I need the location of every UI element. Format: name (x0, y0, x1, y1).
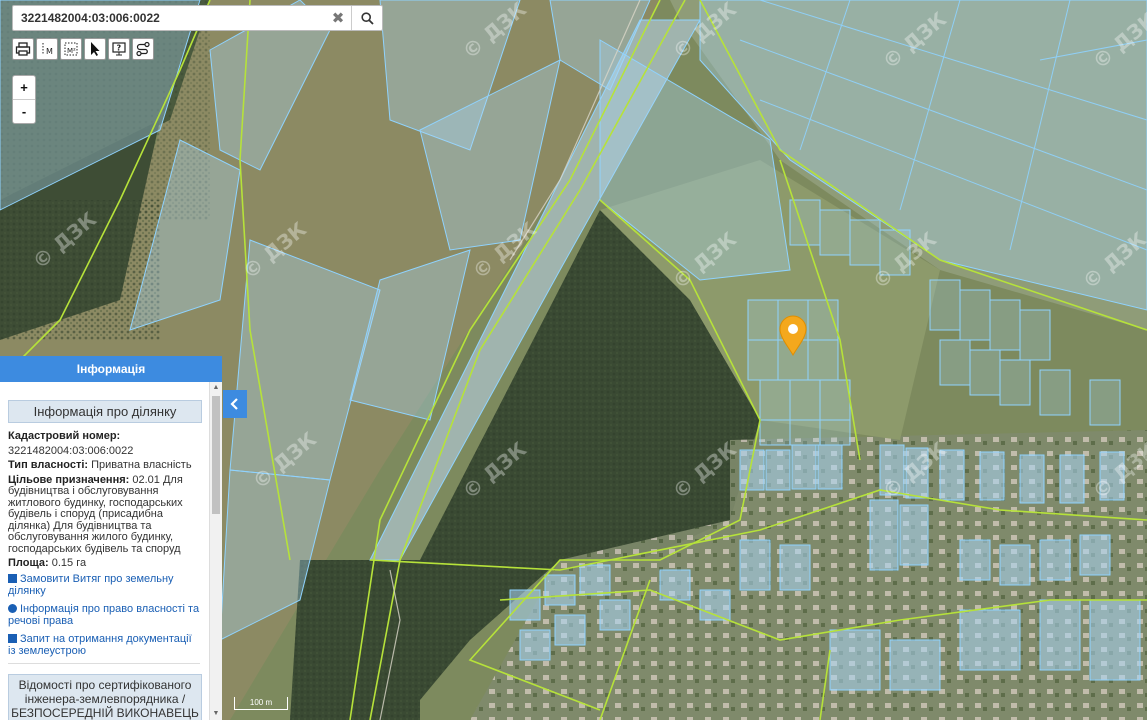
zoom-control: + - (12, 75, 36, 124)
route-button[interactable] (132, 38, 154, 60)
divider (8, 662, 200, 664)
search-icon (360, 11, 374, 25)
identify-help-icon: ? (112, 42, 126, 56)
info-panel-scrollbar[interactable]: ▲ ▼ (209, 382, 222, 720)
scroll-thumb[interactable] (212, 396, 220, 514)
route-icon (136, 41, 150, 57)
map-toolbar: M M² ? (12, 38, 154, 60)
ownership-rights-link[interactable]: Інформація про право власності та речові… (8, 603, 200, 627)
measure-area-icon: M² (64, 42, 78, 56)
certified-engineer-box: Відомості про сертифікованого інженера-з… (8, 673, 202, 720)
chevron-left-icon (230, 398, 238, 410)
identify-help-button[interactable]: ? (108, 38, 130, 60)
parcel-area: Площа: 0.15 га (8, 557, 87, 569)
ownership-type: Тип власності: Приватна власність (8, 459, 192, 471)
scroll-up-icon[interactable]: ▲ (210, 382, 222, 394)
document-icon (8, 633, 17, 643)
intended-purpose: Цільове призначення: 02.01 Для будівницт… (8, 473, 183, 555)
select-pointer-icon (91, 42, 100, 56)
cadastral-number-label: Кадастровий номер: (8, 430, 121, 442)
cadastral-number-value: 3221482004:03:006:0022 (8, 444, 134, 457)
map-scale-bar: 100 m (234, 697, 288, 710)
select-pointer-button[interactable] (84, 38, 106, 60)
document-icon (8, 573, 17, 583)
cadastral-search-box: ✖ (12, 5, 383, 31)
clear-search-icon[interactable]: ✖ (325, 9, 351, 27)
svg-text:M²: M² (67, 47, 76, 55)
order-extract-link[interactable]: Замовити Витяг про земельну ділянку (8, 573, 200, 597)
search-button[interactable] (351, 6, 382, 30)
measure-length-button[interactable]: M (36, 38, 58, 60)
zoom-out-button[interactable]: - (13, 100, 35, 123)
info-panel-body: Інформація про ділянку Кадастровий номер… (0, 382, 210, 720)
print-button[interactable] (12, 38, 34, 60)
collapse-panel-button[interactable] (223, 390, 247, 418)
cadastral-search-input[interactable] (13, 7, 325, 29)
zoom-in-button[interactable]: + (13, 76, 35, 100)
info-panel: Інформація Інформація про ділянку Кадаст… (0, 356, 222, 720)
measure-length-icon: M (42, 43, 53, 56)
info-icon (8, 603, 17, 613)
print-icon (15, 42, 31, 56)
svg-text:M: M (46, 47, 53, 56)
measure-area-button[interactable]: M² (60, 38, 82, 60)
parcel-info-title: Інформація про ділянку (8, 400, 202, 423)
land-documentation-request-link[interactable]: Запит на отримання документації із земле… (8, 633, 200, 657)
scroll-down-icon[interactable]: ▼ (210, 708, 222, 720)
info-panel-header: Інформація (0, 356, 222, 382)
svg-text:?: ? (117, 44, 122, 53)
